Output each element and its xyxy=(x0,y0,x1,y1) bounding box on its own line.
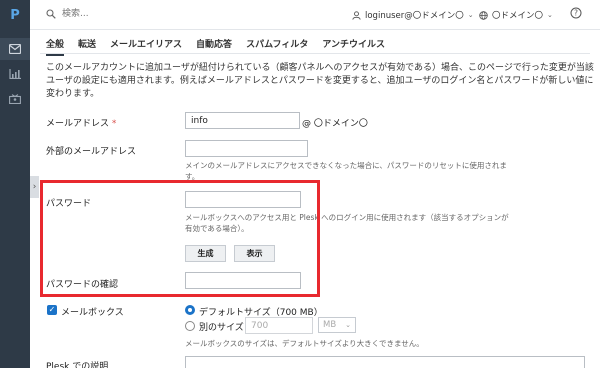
external-email-label: 外部のメールアドレス xyxy=(46,147,137,157)
svg-text:?: ? xyxy=(574,9,578,18)
size-unit-value: MB xyxy=(323,320,337,330)
domain-menu[interactable]: 〇ドメイン〇 ⌄ xyxy=(479,9,553,21)
external-email-field[interactable] xyxy=(185,140,308,157)
user-name: loginuser@〇ドメイン〇 xyxy=(365,11,464,21)
user-menu[interactable]: loginuser@〇ドメイン〇 ⌄ xyxy=(352,9,474,21)
topbar: loginuser@〇ドメイン〇 ⌄ 〇ドメイン〇 ⌄ ? xyxy=(30,0,600,30)
custom-size-radio[interactable] xyxy=(185,321,195,331)
description-field[interactable] xyxy=(185,356,585,368)
search-input[interactable] xyxy=(62,6,222,22)
email-field[interactable] xyxy=(185,112,300,129)
sidebar: P xyxy=(0,0,30,368)
chevron-right-icon: › xyxy=(32,182,37,192)
statistics-nav-button[interactable] xyxy=(0,63,30,85)
intro-text: このメールアカウントに追加ユーザが紐付けられている（顧客パネルへのアクセスが有効… xyxy=(46,63,594,99)
size-unit-select[interactable]: MB ⌄ xyxy=(318,317,356,333)
password-highlight-frame xyxy=(40,180,320,297)
user-icon xyxy=(352,10,361,20)
email-domain: @ 〇ドメイン〇 xyxy=(302,119,368,129)
bar-chart-icon xyxy=(9,69,21,79)
chevron-down-icon: ⌄ xyxy=(467,11,474,19)
custom-size-label: 別のサイズ xyxy=(199,323,244,333)
globe-icon xyxy=(479,10,488,20)
sidebar-collapse-handle[interactable]: › xyxy=(30,176,39,198)
custom-size-field[interactable] xyxy=(245,317,313,334)
mailbox-size-hint: メールボックスのサイズは、デフォルトサイズより大きくできません。 xyxy=(185,339,424,348)
email-label: メールアドレス * xyxy=(46,119,117,129)
mail-nav-button[interactable] xyxy=(0,38,30,60)
mailbox-label: メールボックス xyxy=(61,308,124,318)
mail-icon xyxy=(9,44,21,54)
chevron-down-icon: ⌄ xyxy=(547,11,553,19)
description-label: Plesk での説明 xyxy=(46,362,109,368)
mailbox-checkbox[interactable]: ✓ xyxy=(47,305,57,315)
default-size-radio[interactable] xyxy=(185,305,195,315)
external-email-hint: メインのメールアドレスにアクセスできなくなった場合に、パスワードのリセットに使用… xyxy=(185,161,507,181)
tabs-divider xyxy=(40,53,590,54)
account-nav-button[interactable] xyxy=(0,88,30,110)
required-marker: * xyxy=(111,119,117,129)
chevron-down-icon: ⌄ xyxy=(345,321,351,329)
domain-name: 〇ドメイン〇 xyxy=(492,11,544,21)
help-icon[interactable]: ? xyxy=(570,7,582,19)
plesk-logo: P xyxy=(10,8,20,23)
search-icon xyxy=(46,9,56,19)
user-card-icon xyxy=(9,94,21,104)
